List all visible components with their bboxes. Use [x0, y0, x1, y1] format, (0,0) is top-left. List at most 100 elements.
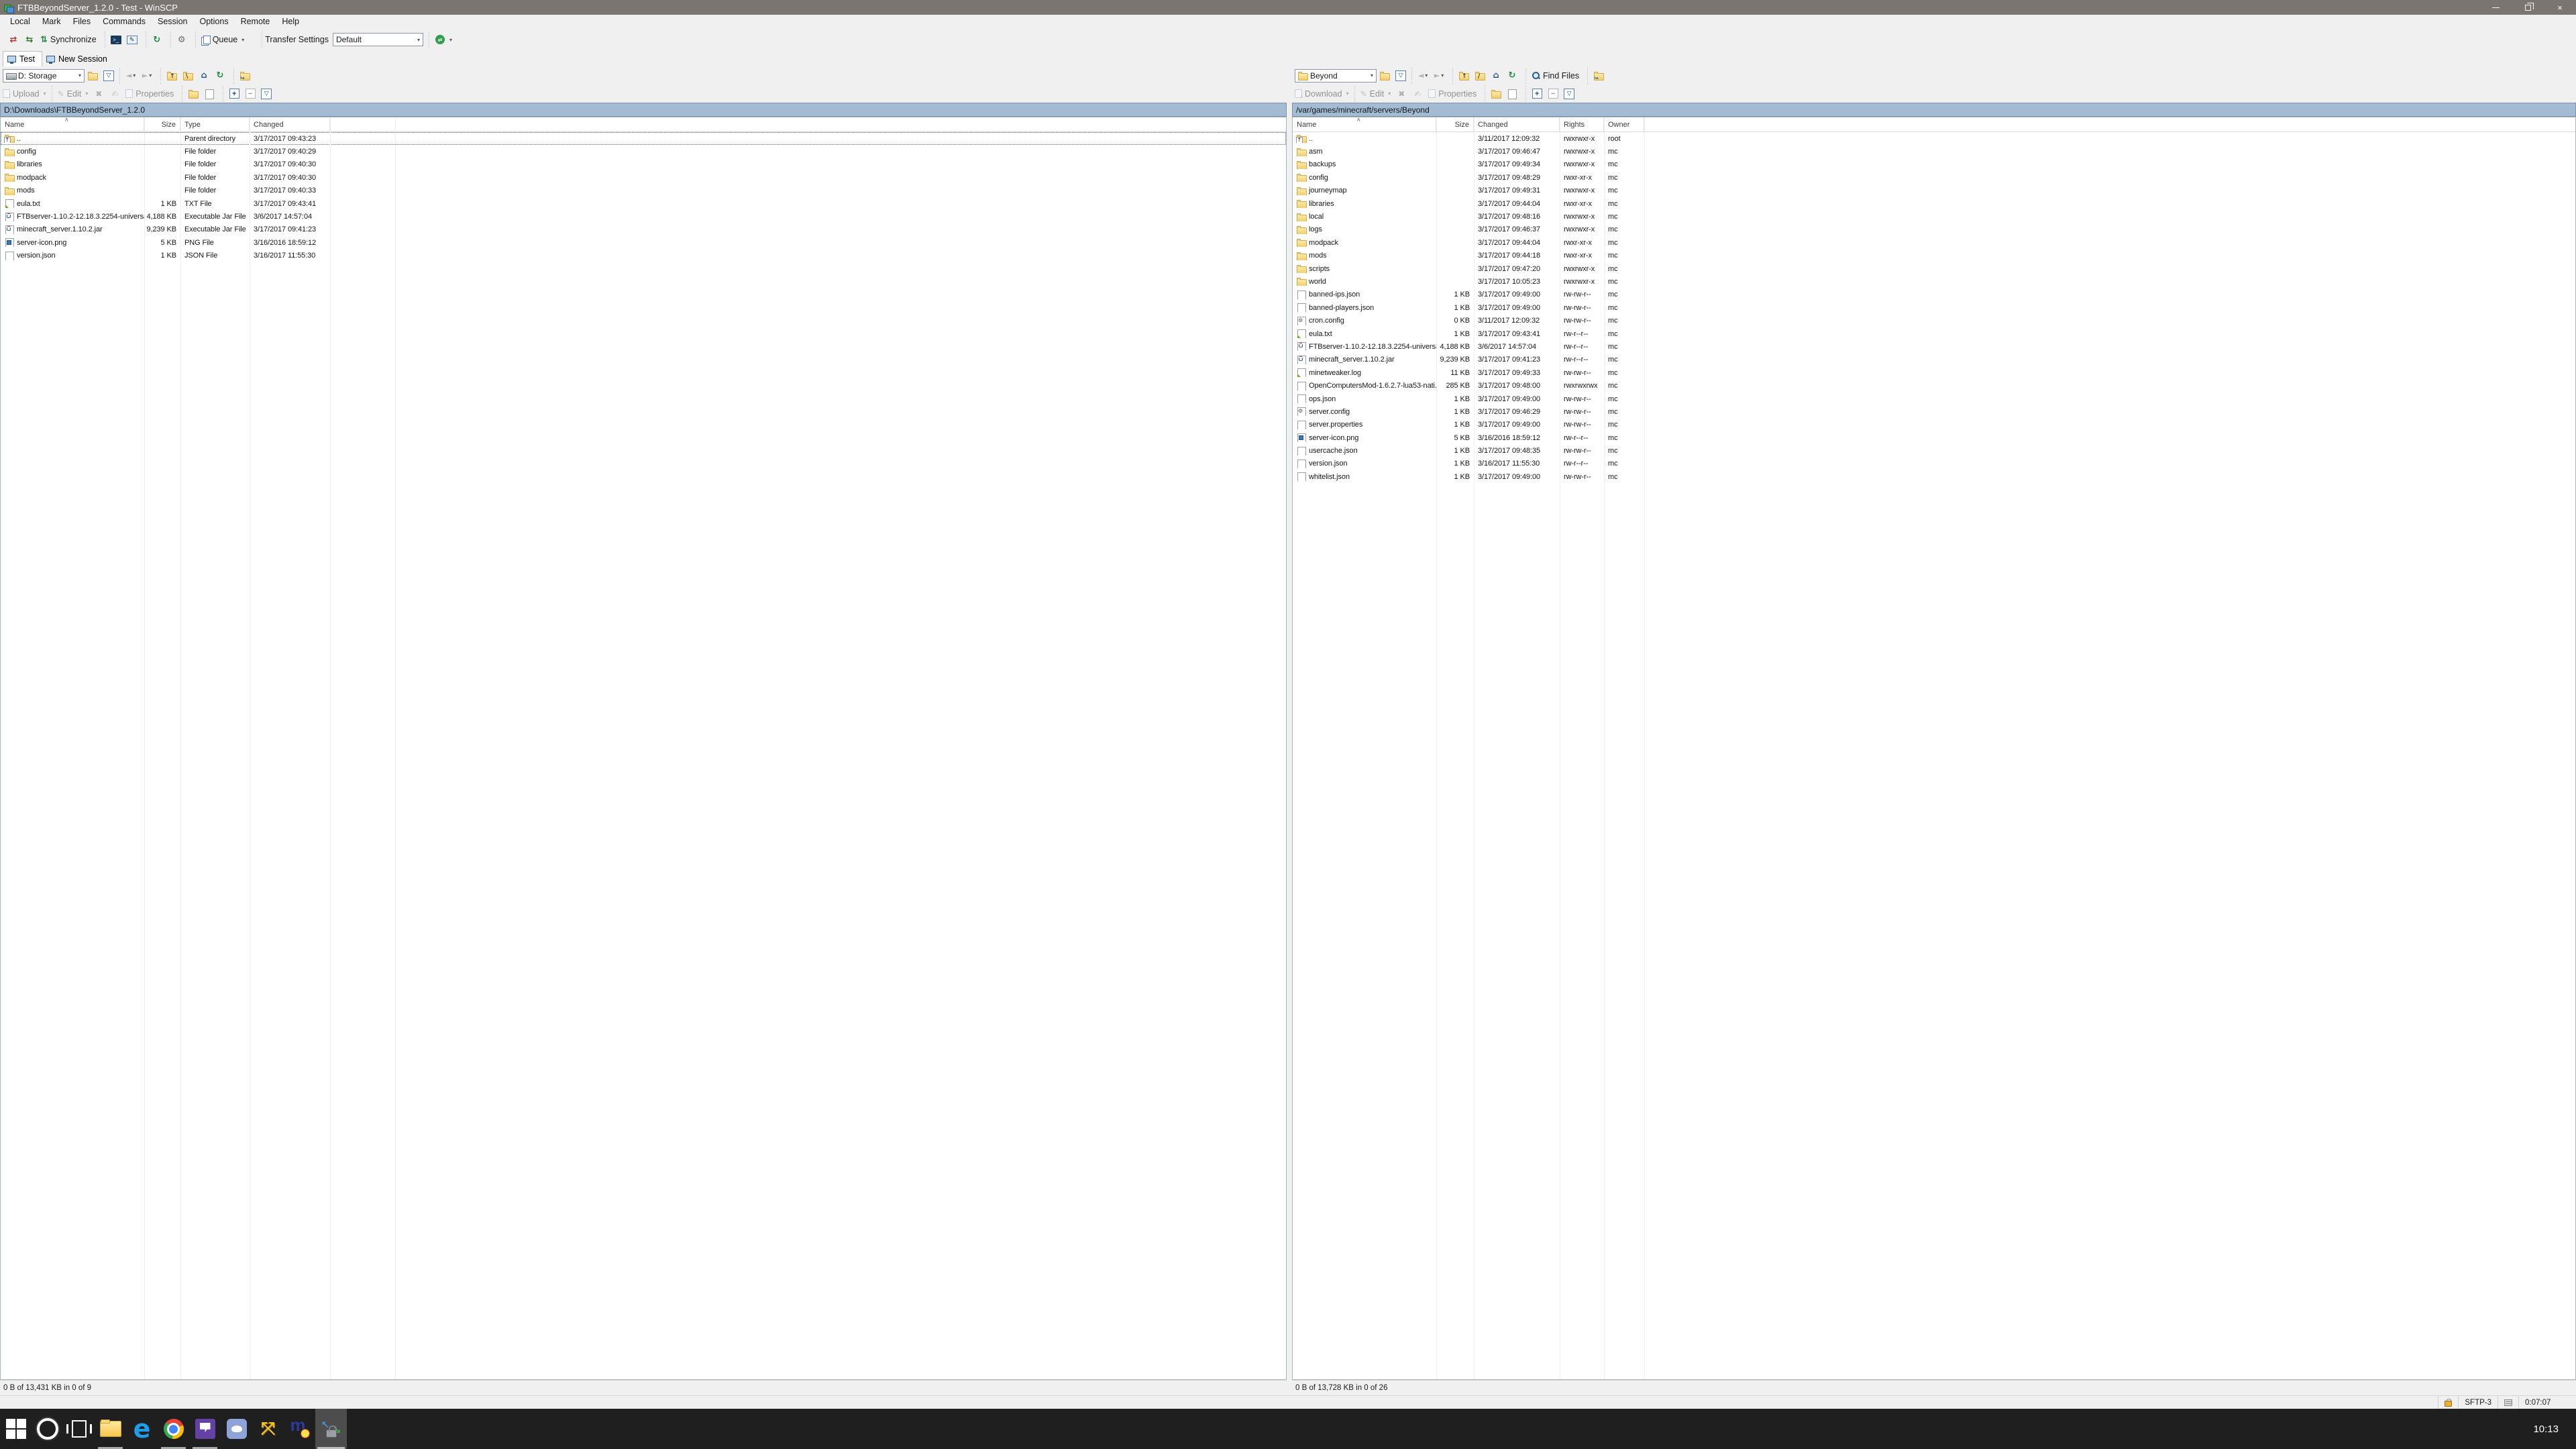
selection-filter-icon-right[interactable]: ▽: [1562, 87, 1576, 101]
file-row[interactable]: modsFile folder3/17/2017 09:40:33: [1, 184, 1286, 197]
file-row[interactable]: banned-ips.json1 KB3/17/2017 09:49:00rw-…: [1293, 288, 2575, 301]
refresh-icon[interactable]: ↻: [213, 69, 227, 83]
file-row[interactable]: modpack3/17/2017 09:44:04rwxr-xr-xmc: [1293, 236, 2575, 249]
file-row[interactable]: asm3/17/2017 09:46:47rwxrwxr-xmc: [1293, 145, 2575, 158]
file-row[interactable]: scripts3/17/2017 09:47:20rwxrwxr-xmc: [1293, 262, 2575, 275]
close-button[interactable]: ×: [2544, 0, 2576, 15]
new-session-tab[interactable]: New Session: [42, 51, 114, 66]
root-directory-icon-right[interactable]: /: [1472, 69, 1487, 83]
file-row[interactable]: server.properties1 KB3/17/2017 09:49:00r…: [1293, 419, 2575, 431]
file-row[interactable]: banned-players.json1 KB3/17/2017 09:49:0…: [1293, 301, 2575, 314]
transfer-preferences-icon[interactable]: ⇄: [6, 33, 21, 46]
drive-select[interactable]: D: Storage ▾: [3, 69, 85, 83]
left-path-bar[interactable]: D:\Downloads\FTBBeyondServer_1.2.0: [0, 103, 1287, 117]
menu-remote[interactable]: Remote: [235, 15, 276, 29]
menu-mark[interactable]: Mark: [36, 15, 67, 29]
root-directory-icon[interactable]: \: [180, 69, 195, 83]
synchronize-button[interactable]: ⇅ Synchronize: [38, 35, 99, 45]
forward-icon[interactable]: ►▾: [140, 69, 154, 83]
open-directory-icon-right[interactable]: [1377, 69, 1392, 83]
file-row[interactable]: eula.txt1 KBTXT File3/17/2017 09:43:41: [1, 197, 1286, 210]
menu-session[interactable]: Session: [152, 15, 193, 29]
file-row[interactable]: journeymap3/17/2017 09:49:31rwxrwxr-xmc: [1293, 184, 2575, 197]
column-header-name[interactable]: Name: [1, 117, 144, 131]
file-row[interactable]: local3/17/2017 09:48:16rwxrwxr-xmc: [1293, 210, 2575, 223]
file-row[interactable]: minetweaker.log11 KB3/17/2017 09:49:33rw…: [1293, 366, 2575, 379]
file-row[interactable]: minecraft_server.1.10.2.jar9,239 KB3/17/…: [1293, 354, 2575, 366]
file-row[interactable]: version.json1 KB3/16/2017 11:55:30rw-r--…: [1293, 458, 2575, 470]
edit-button-left[interactable]: ✎ Edit▾: [55, 89, 91, 99]
select-add-icon-left[interactable]: +: [227, 87, 241, 101]
refresh-icon-right[interactable]: ↻: [1505, 69, 1519, 83]
properties-button-left[interactable]: Properties: [123, 89, 176, 99]
file-row[interactable]: backups3/17/2017 09:49:34rwxrwxr-xmc: [1293, 158, 2575, 171]
restore-button[interactable]: [2512, 0, 2544, 15]
select-add-icon-right[interactable]: +: [1529, 87, 1544, 101]
queue-button[interactable]: Queue ▾: [199, 35, 248, 44]
menu-files[interactable]: Files: [67, 15, 97, 29]
menu-commands[interactable]: Commands: [97, 15, 152, 29]
directory-tree-icon[interactable]: ↪: [237, 69, 252, 83]
rename-icon-right[interactable]: ✍: [1410, 87, 1425, 101]
file-row[interactable]: ↑..3/11/2017 12:09:32rwxrwxr-xroot: [1293, 132, 2575, 145]
column-header-changed[interactable]: Changed: [250, 117, 330, 131]
open-terminal-icon[interactable]: >_: [109, 33, 123, 46]
refresh-session-icon[interactable]: ↻: [150, 33, 164, 46]
rename-icon-left[interactable]: ✍: [107, 87, 122, 101]
column-header-size[interactable]: Size: [1436, 117, 1474, 131]
session-manager-icon[interactable]: ⇆: [22, 33, 37, 46]
column-header-changed[interactable]: Changed: [1474, 117, 1560, 131]
taskbar-discord-button[interactable]: [221, 1409, 252, 1449]
new-folder-icon-right[interactable]: [1489, 87, 1503, 101]
delete-icon-left[interactable]: ✖: [91, 87, 106, 101]
file-row[interactable]: version.json1 KBJSON File3/16/2017 11:55…: [1, 250, 1286, 262]
filter-icon[interactable]: ▽: [101, 69, 116, 83]
home-directory-icon-right[interactable]: ⌂: [1489, 69, 1503, 83]
back-icon-right[interactable]: ◄▾: [1415, 69, 1430, 83]
selection-filter-icon-left[interactable]: ▽: [259, 87, 274, 101]
edit-button-right[interactable]: ✎ Edit▾: [1358, 89, 1394, 99]
taskbar-task-view-button[interactable]: [63, 1409, 95, 1449]
file-row[interactable]: FTBserver-1.10.2-12.18.3.2254-universal.…: [1, 210, 1286, 223]
file-row[interactable]: ⚙server.config1 KB3/17/2017 09:46:29rw-r…: [1293, 405, 2575, 418]
file-row[interactable]: mods3/17/2017 09:44:18rwxr-xr-xmc: [1293, 250, 2575, 262]
column-header-name[interactable]: Name: [1293, 117, 1436, 131]
taskbar-chrome-button[interactable]: [158, 1409, 189, 1449]
select-remove-icon-right[interactable]: −: [1546, 87, 1560, 101]
filter-icon-right[interactable]: ▽: [1393, 69, 1408, 83]
taskbar-start-button[interactable]: [0, 1409, 32, 1449]
find-files-button[interactable]: Find Files: [1529, 71, 1582, 80]
open-console-icon[interactable]: ✎: [125, 33, 140, 46]
taskbar-cortana-button[interactable]: [32, 1409, 63, 1449]
file-row[interactable]: config3/17/2017 09:48:29rwxr-xr-xmc: [1293, 171, 2575, 184]
column-header-size[interactable]: Size: [144, 117, 180, 131]
column-header-type[interactable]: Type: [180, 117, 250, 131]
column-header-rights[interactable]: Rights: [1560, 117, 1604, 131]
file-row[interactable]: server-icon.png5 KB3/16/2016 18:59:12rw-…: [1293, 431, 2575, 444]
directory-tree-icon-right[interactable]: ↪: [1591, 69, 1606, 83]
taskbar-mirc-arrows-button[interactable]: ⤧: [252, 1409, 284, 1449]
file-row[interactable]: eula.txt1 KB3/17/2017 09:43:41rw-r--r--m…: [1293, 327, 2575, 340]
file-row[interactable]: configFile folder3/17/2017 09:40:29: [1, 145, 1286, 158]
remote-directory-select[interactable]: Beyond ▾: [1295, 69, 1377, 83]
taskbar-winscp-button[interactable]: ↖↘: [315, 1409, 347, 1449]
file-row[interactable]: OpenComputersMod-1.6.2.7-lua53-nati...28…: [1293, 379, 2575, 392]
synchronize-browsing-caret[interactable]: ▾: [449, 37, 452, 43]
session-tab-test[interactable]: Test: [3, 51, 42, 66]
file-row[interactable]: usercache.json1 KB3/17/2017 09:48:35rw-r…: [1293, 444, 2575, 457]
parent-directory-icon[interactable]: ↑: [164, 69, 179, 83]
file-row[interactable]: minecraft_server.1.10.2.jar9,239 KBExecu…: [1, 223, 1286, 236]
transfer-settings-select[interactable]: Default ▾: [333, 33, 423, 46]
parent-directory-icon-right[interactable]: ↑: [1456, 69, 1471, 83]
file-row[interactable]: server-icon.png5 KBPNG File3/16/2016 18:…: [1, 236, 1286, 249]
back-icon[interactable]: ◄▾: [123, 69, 138, 83]
file-row[interactable]: whitelist.json1 KB3/17/2017 09:49:00rw-r…: [1293, 470, 2575, 483]
taskbar-edge-button[interactable]: e: [126, 1409, 158, 1449]
taskbar-twitch-button[interactable]: [189, 1409, 221, 1449]
file-row[interactable]: modpackFile folder3/17/2017 09:40:30: [1, 171, 1286, 184]
menu-options[interactable]: Options: [193, 15, 234, 29]
menu-local[interactable]: Local: [4, 15, 36, 29]
file-row[interactable]: libraries3/17/2017 09:44:04rwxr-xr-xmc: [1293, 197, 2575, 210]
forward-icon-right[interactable]: ►▾: [1432, 69, 1446, 83]
right-path-bar[interactable]: /var/games/minecraft/servers/Beyond: [1292, 103, 2576, 117]
